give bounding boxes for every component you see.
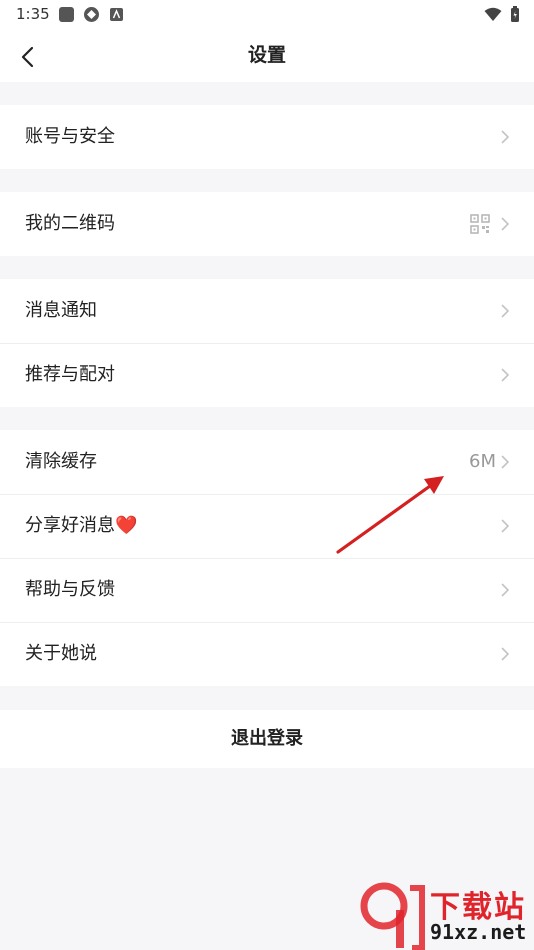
chevron-right-icon <box>501 519 510 533</box>
system-icons <box>484 6 520 27</box>
watermark-logo-icon <box>360 882 425 950</box>
setting-item-label: 推荐与配对 <box>25 364 115 385</box>
watermark-url: 91xz.net <box>430 920 527 944</box>
settings-group-notifications: 消息通知 推荐与配对 <box>0 279 534 407</box>
setting-item-label: 分享好消息❤️ <box>25 494 137 558</box>
setting-item-message-notification[interactable]: 消息通知 <box>0 279 534 343</box>
chevron-left-icon <box>21 46 34 68</box>
setting-item-label: 清除缓存 <box>25 451 97 472</box>
setting-item-label: 消息通知 <box>25 300 97 321</box>
chevron-right-icon <box>501 368 510 382</box>
setting-item-help-feedback[interactable]: 帮助与反馈 <box>0 558 534 622</box>
page-title: 设置 <box>247 44 286 66</box>
annotation-arrow-icon <box>336 476 444 554</box>
setting-item-label: 我的二维码 <box>25 213 115 234</box>
heart-icon: ❤️ <box>115 515 138 536</box>
setting-item-label: 关于她说 <box>25 643 97 664</box>
settings-group-account: 账号与安全 <box>0 105 534 169</box>
settings-group-qrcode: 我的二维码 <box>0 192 534 256</box>
sync-notification-icon <box>83 6 100 23</box>
app-notification-icon <box>58 6 75 23</box>
logout-label: 退出登录 <box>231 728 303 749</box>
battery-icon <box>510 6 520 27</box>
chevron-right-icon <box>501 130 510 144</box>
qr-code-icon <box>470 214 490 234</box>
back-button[interactable] <box>14 42 44 72</box>
status-bar: 1:35 <box>0 0 534 30</box>
share-label-text: 分享好消息 <box>25 515 115 536</box>
chevron-right-icon <box>501 647 510 661</box>
status-time: 1:35 <box>16 5 50 23</box>
setting-item-recommend-match[interactable]: 推荐与配对 <box>0 343 534 407</box>
setting-item-about[interactable]: 关于她说 <box>0 622 534 686</box>
setting-item-clear-cache[interactable]: 清除缓存 6M <box>0 430 534 494</box>
wifi-icon <box>484 7 502 26</box>
notification-icons <box>58 6 125 23</box>
setting-item-my-qr-code[interactable]: 我的二维码 <box>0 192 534 256</box>
chevron-right-icon <box>501 217 510 231</box>
cache-size-value: 6M <box>469 451 496 472</box>
setting-item-label: 账号与安全 <box>25 126 115 147</box>
setting-item-label: 帮助与反馈 <box>25 579 115 600</box>
setting-item-share-good-news[interactable]: 分享好消息❤️ <box>0 494 534 558</box>
font-notification-icon <box>108 6 125 23</box>
nav-bar: 设置 <box>0 30 534 82</box>
settings-group-general: 清除缓存 6M 分享好消息❤️ 帮助与反馈 关于她说 <box>0 430 534 686</box>
chevron-right-icon <box>501 583 510 597</box>
logout-button[interactable]: 退出登录 <box>0 710 534 768</box>
setting-item-account-security[interactable]: 账号与安全 <box>0 105 534 169</box>
watermark: 下载站 91xz.net <box>360 880 534 950</box>
chevron-right-icon <box>501 304 510 318</box>
chevron-right-icon <box>501 455 510 469</box>
